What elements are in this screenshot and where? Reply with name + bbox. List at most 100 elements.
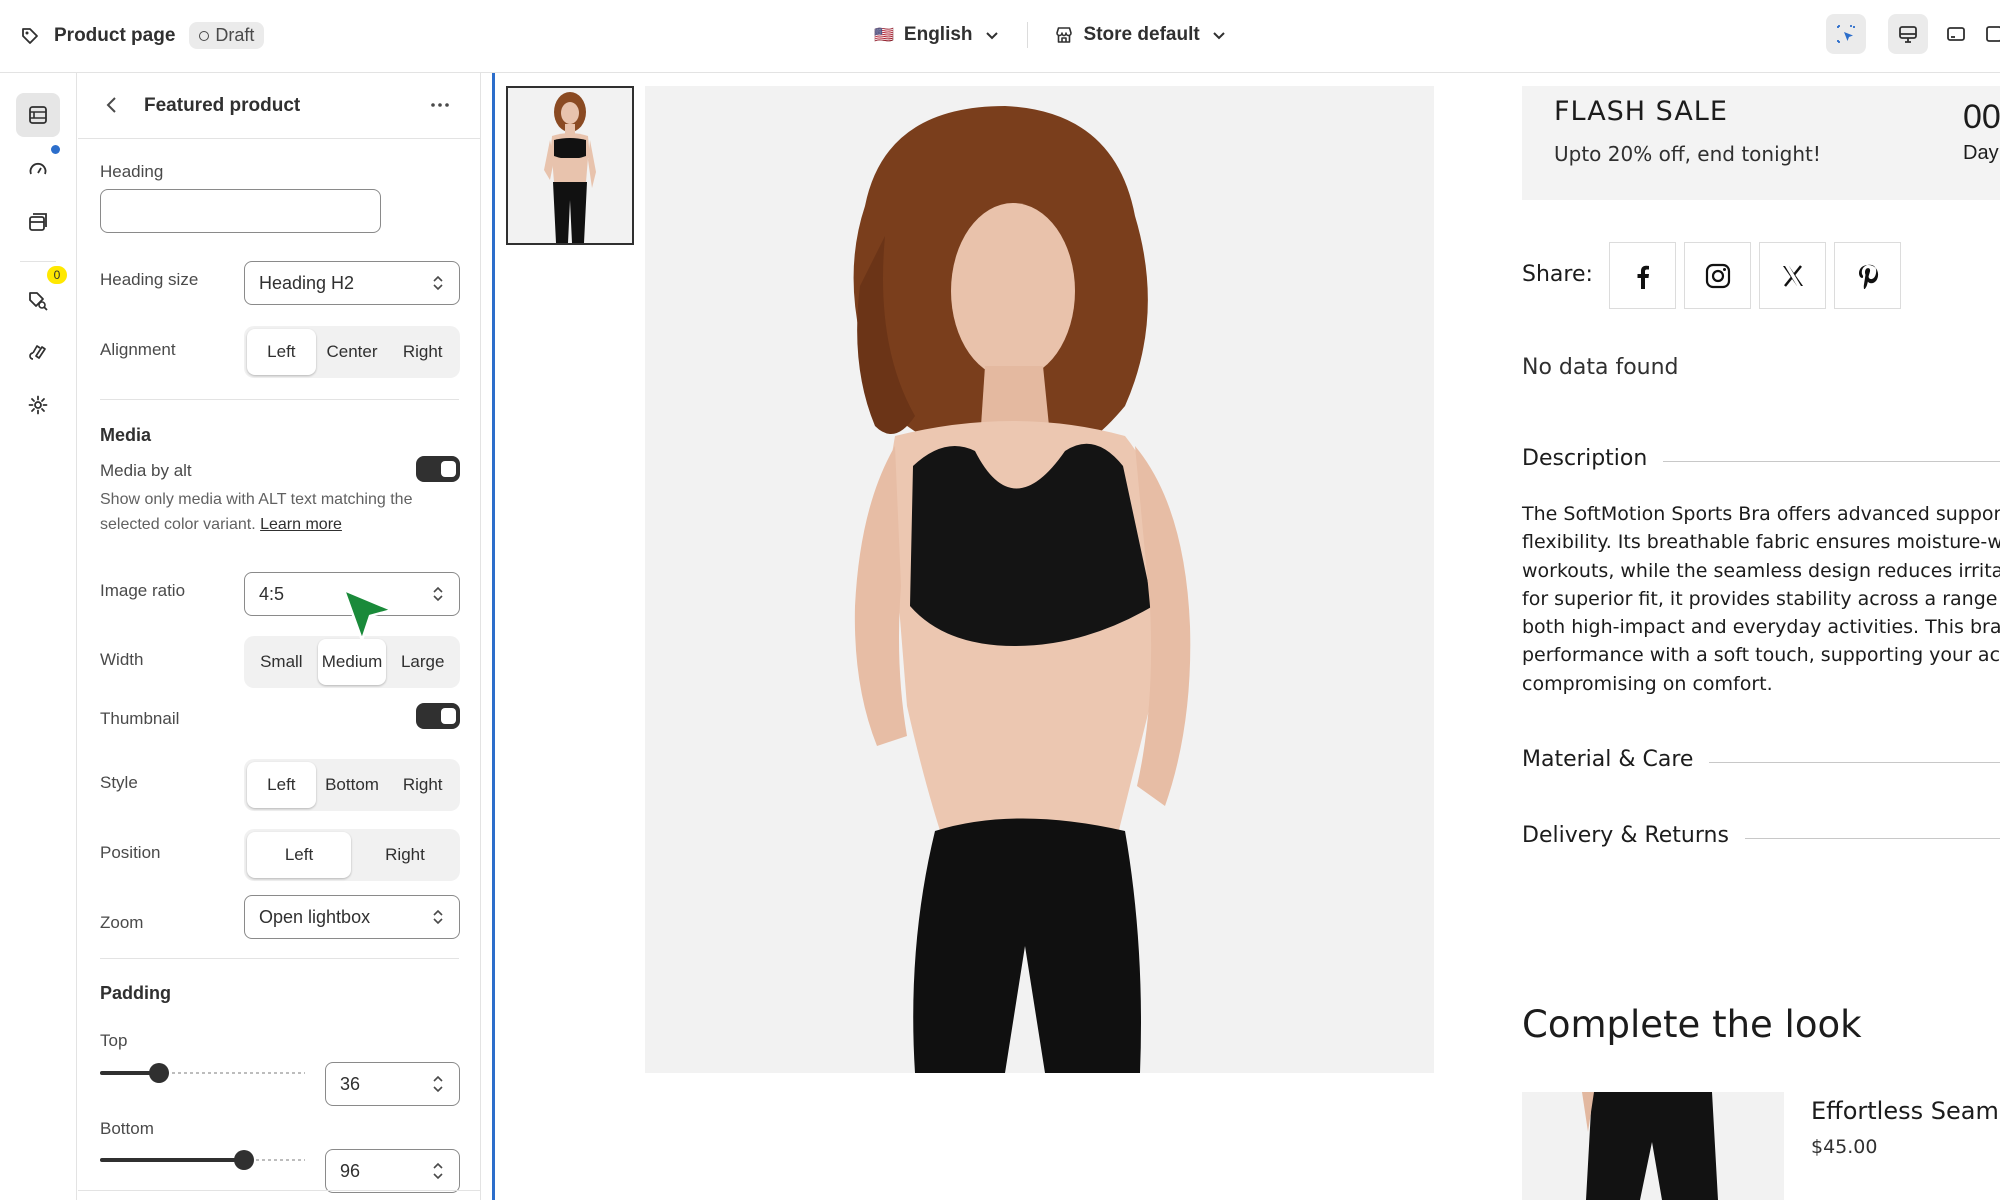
- description-line: for superior fit, it provides stability …: [1522, 587, 2000, 610]
- width-medium-option[interactable]: Medium: [317, 639, 387, 685]
- number-stepper[interactable]: [431, 1161, 445, 1181]
- flash-sale-subtitle: Upto 20% off, end tonight!: [1554, 142, 1821, 166]
- brand-button[interactable]: [16, 331, 60, 375]
- selected-section-outline: [492, 73, 495, 1200]
- description-accordion[interactable]: Description: [1522, 446, 1664, 471]
- media-help-body: Show only media with ALT text matching t…: [100, 491, 413, 533]
- complete-the-look-heading: Complete the look: [1522, 1003, 1862, 1046]
- material-care-accordion[interactable]: Material & Care: [1522, 747, 1710, 772]
- x-icon: [1782, 264, 1803, 287]
- style-left-option[interactable]: Left: [247, 762, 316, 808]
- image-ratio-value: 4:5: [259, 583, 285, 604]
- inspector-button[interactable]: [1826, 14, 1866, 54]
- padding-top-slider[interactable]: [100, 1063, 305, 1083]
- alignment-left-option[interactable]: Left: [247, 329, 316, 375]
- number-stepper[interactable]: [431, 1074, 445, 1094]
- padding-bottom-value: 96: [340, 1160, 361, 1181]
- select-arrows-icon: [433, 586, 443, 602]
- padding-top-label: Top: [100, 1031, 128, 1050]
- look-product-name[interactable]: Effortless Seaml: [1811, 1097, 2000, 1125]
- leggings-photo-image: [1582, 1092, 1718, 1200]
- sections-button[interactable]: [16, 93, 60, 137]
- apps-button[interactable]: [16, 279, 60, 323]
- style-segmented: Left Bottom Right: [244, 759, 460, 811]
- rail-divider: [20, 261, 56, 262]
- chevron-down-icon[interactable]: [431, 1085, 445, 1094]
- width-small-option[interactable]: Small: [247, 639, 316, 685]
- position-right-option[interactable]: Right: [353, 832, 457, 878]
- chevron-up-icon[interactable]: [431, 1074, 445, 1083]
- store-select[interactable]: Store default: [1054, 24, 1228, 46]
- page-title: Product page: [54, 24, 176, 46]
- position-label: Position: [100, 843, 161, 862]
- product-main-image[interactable]: [645, 86, 1434, 1073]
- zoom-label: Zoom: [100, 913, 144, 932]
- slider-handle[interactable]: [149, 1063, 170, 1083]
- alignment-center-option[interactable]: Center: [318, 329, 387, 375]
- store-label: Store default: [1083, 24, 1200, 45]
- product-thumbnail[interactable]: [506, 86, 634, 245]
- draft-dot-icon: [199, 30, 210, 41]
- countdown-days-unit: Day: [1963, 142, 1999, 164]
- image-ratio-label: Image ratio: [100, 581, 186, 600]
- desktop-icon: [1899, 26, 1917, 43]
- slider-handle[interactable]: [233, 1150, 254, 1170]
- media-by-alt-toggle[interactable]: [416, 456, 460, 482]
- padding-section-title: Padding: [100, 983, 171, 1003]
- icon-rail: 0: [0, 73, 77, 1200]
- style-label: Style: [100, 773, 138, 792]
- padding-bottom-slider[interactable]: [100, 1150, 305, 1170]
- style-right-option[interactable]: Right: [388, 762, 457, 808]
- alignment-segmented: Left Center Right: [244, 326, 460, 378]
- description-line: workouts, while the seamless design redu…: [1522, 559, 2000, 582]
- chevron-down-icon[interactable]: [431, 1172, 445, 1181]
- tablet-view-button[interactable]: [1936, 14, 1976, 54]
- section-divider: [78, 1190, 480, 1191]
- facebook-icon: [1637, 265, 1649, 289]
- share-x-button[interactable]: [1759, 242, 1826, 309]
- look-product-image[interactable]: [1522, 1092, 1784, 1200]
- back-arrow-icon[interactable]: [100, 93, 124, 117]
- tag-search-icon: [29, 292, 48, 311]
- instagram-icon: [1705, 263, 1730, 288]
- top-divider: [1026, 22, 1028, 48]
- alignment-right-option[interactable]: Right: [388, 329, 457, 375]
- select-arrows-icon: [433, 909, 443, 925]
- sections-icon: [29, 106, 47, 124]
- padding-bottom-label: Bottom: [100, 1119, 154, 1138]
- language-label: English: [903, 24, 973, 45]
- desktop-view-button[interactable]: [1888, 14, 1928, 54]
- width-large-option[interactable]: Large: [388, 639, 457, 685]
- settings-button[interactable]: [16, 383, 60, 427]
- countdown-days-value: 00: [1963, 98, 2000, 136]
- share-instagram-button[interactable]: [1684, 242, 1751, 309]
- templates-button[interactable]: [16, 201, 60, 245]
- zoom-select[interactable]: Open lightbox: [244, 895, 460, 939]
- mobile-view-button[interactable]: [1984, 14, 2000, 54]
- chevron-up-icon[interactable]: [431, 1161, 445, 1170]
- language-select[interactable]: 🇺🇸 English: [874, 24, 1001, 46]
- section-divider: [100, 958, 459, 959]
- page-selector[interactable]: Product page Draft: [20, 22, 265, 49]
- heading-size-select[interactable]: Heading H2: [244, 261, 460, 305]
- padding-bottom-input[interactable]: 96: [325, 1149, 460, 1193]
- heading-input[interactable]: [100, 189, 381, 233]
- panel-header: Featured product: [78, 73, 480, 139]
- panel-title: Featured product: [144, 95, 301, 116]
- description-line: The SoftMotion Sports Bra offers advance…: [1522, 503, 2000, 525]
- position-left-option[interactable]: Left: [247, 832, 351, 878]
- style-bottom-option[interactable]: Bottom: [318, 762, 387, 808]
- chevron-down-icon: [1212, 32, 1225, 40]
- no-data-text: No data found: [1522, 355, 1679, 380]
- slider-fill: [100, 1158, 244, 1162]
- media-by-alt-label: Media by alt: [100, 461, 192, 480]
- more-options-icon[interactable]: [428, 93, 452, 117]
- learn-more-link[interactable]: Learn more: [260, 516, 342, 533]
- share-pinterest-button[interactable]: [1834, 242, 1901, 309]
- thumbnail-toggle[interactable]: [416, 703, 460, 729]
- padding-top-input[interactable]: 36: [325, 1062, 460, 1106]
- heading-size-label: Heading size: [100, 270, 199, 289]
- share-facebook-button[interactable]: [1609, 242, 1676, 309]
- media-help-text: Show only media with ALT text matching t…: [100, 487, 460, 537]
- delivery-returns-accordion[interactable]: Delivery & Returns: [1522, 823, 1745, 848]
